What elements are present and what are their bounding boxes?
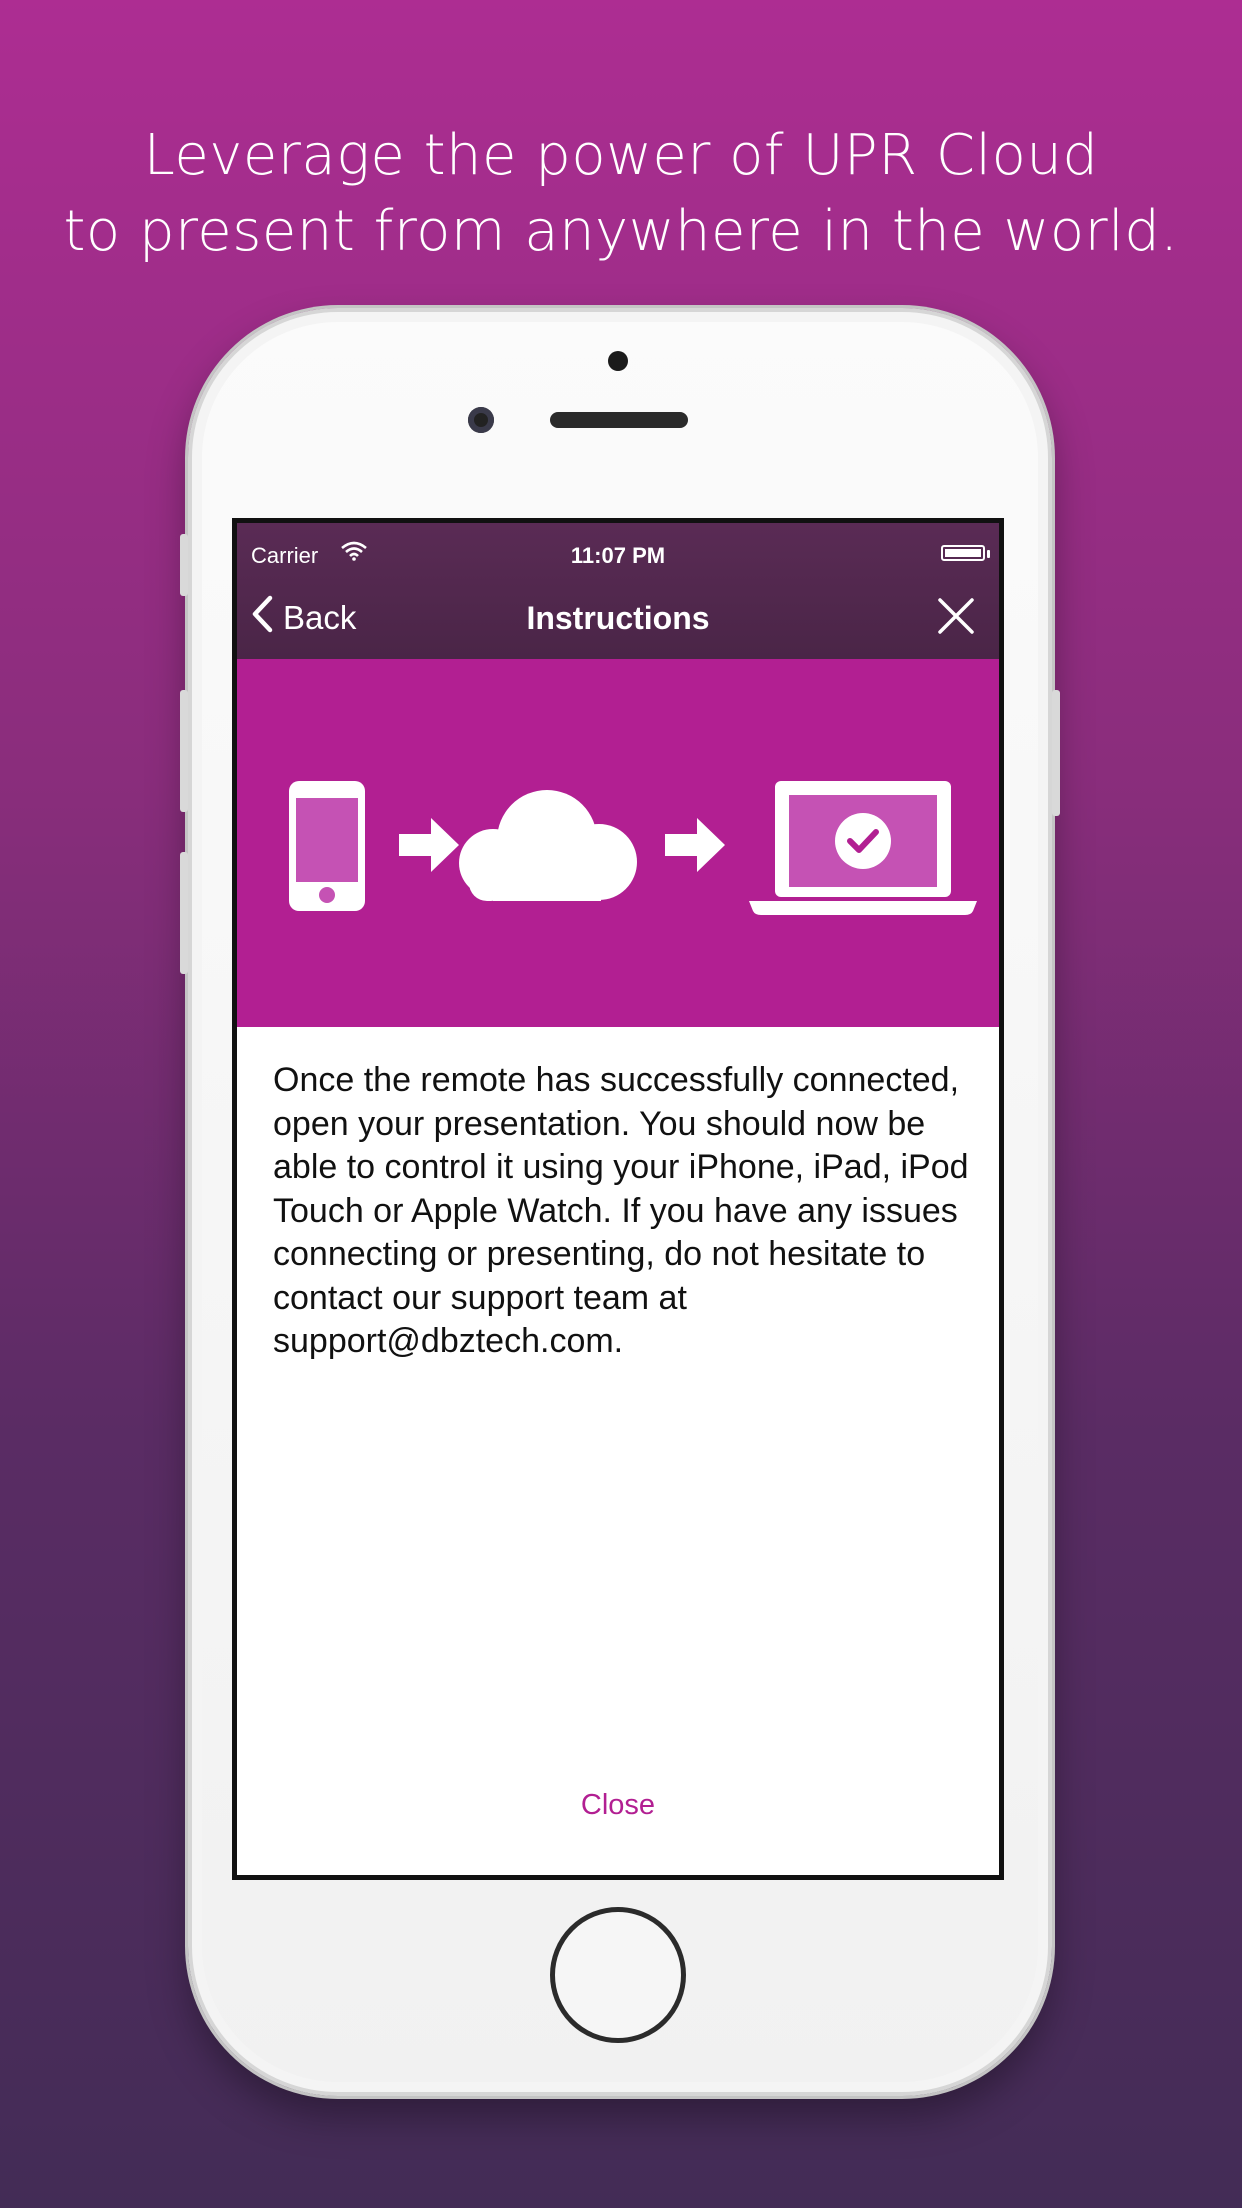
navigation-bar: Carrier 11:07 PM Back Instructions [237,523,999,659]
side-button-power [1052,690,1060,816]
laptop-check-icon [749,781,977,915]
phone-icon [289,781,365,911]
instructions-text: Once the remote has successfully connect… [273,1061,969,1360]
headline: Leverage the power of UPR Cloud to prese… [0,118,1242,270]
arrow-right-icon [399,818,459,872]
side-button-mute [180,534,188,596]
home-button[interactable] [550,1907,686,2043]
headline-line-1: Leverage the power of UPR Cloud [143,123,1099,188]
flow-illustration [289,781,977,915]
front-camera [468,407,494,433]
side-button-volume-up [180,690,188,812]
side-button-volume-down [180,852,188,974]
battery-icon [941,545,985,561]
app-screen: Carrier 11:07 PM Back Instructions Once … [232,518,1004,1880]
instruction-banner [237,659,999,1027]
close-button[interactable]: Close [237,1789,999,1822]
arrow-right-icon [665,818,725,872]
cloud-icon [459,790,637,901]
proximity-sensor [608,351,628,371]
page-title: Instructions [526,600,710,636]
close-icon[interactable] [935,595,977,637]
status-time: 11:07 PM [570,543,666,568]
earpiece-speaker [550,412,688,428]
headline-line-2: to present from anywhere in the world. [63,199,1179,264]
battery-tip [987,550,990,558]
status-bar: Carrier 11:07 PM [237,535,999,575]
